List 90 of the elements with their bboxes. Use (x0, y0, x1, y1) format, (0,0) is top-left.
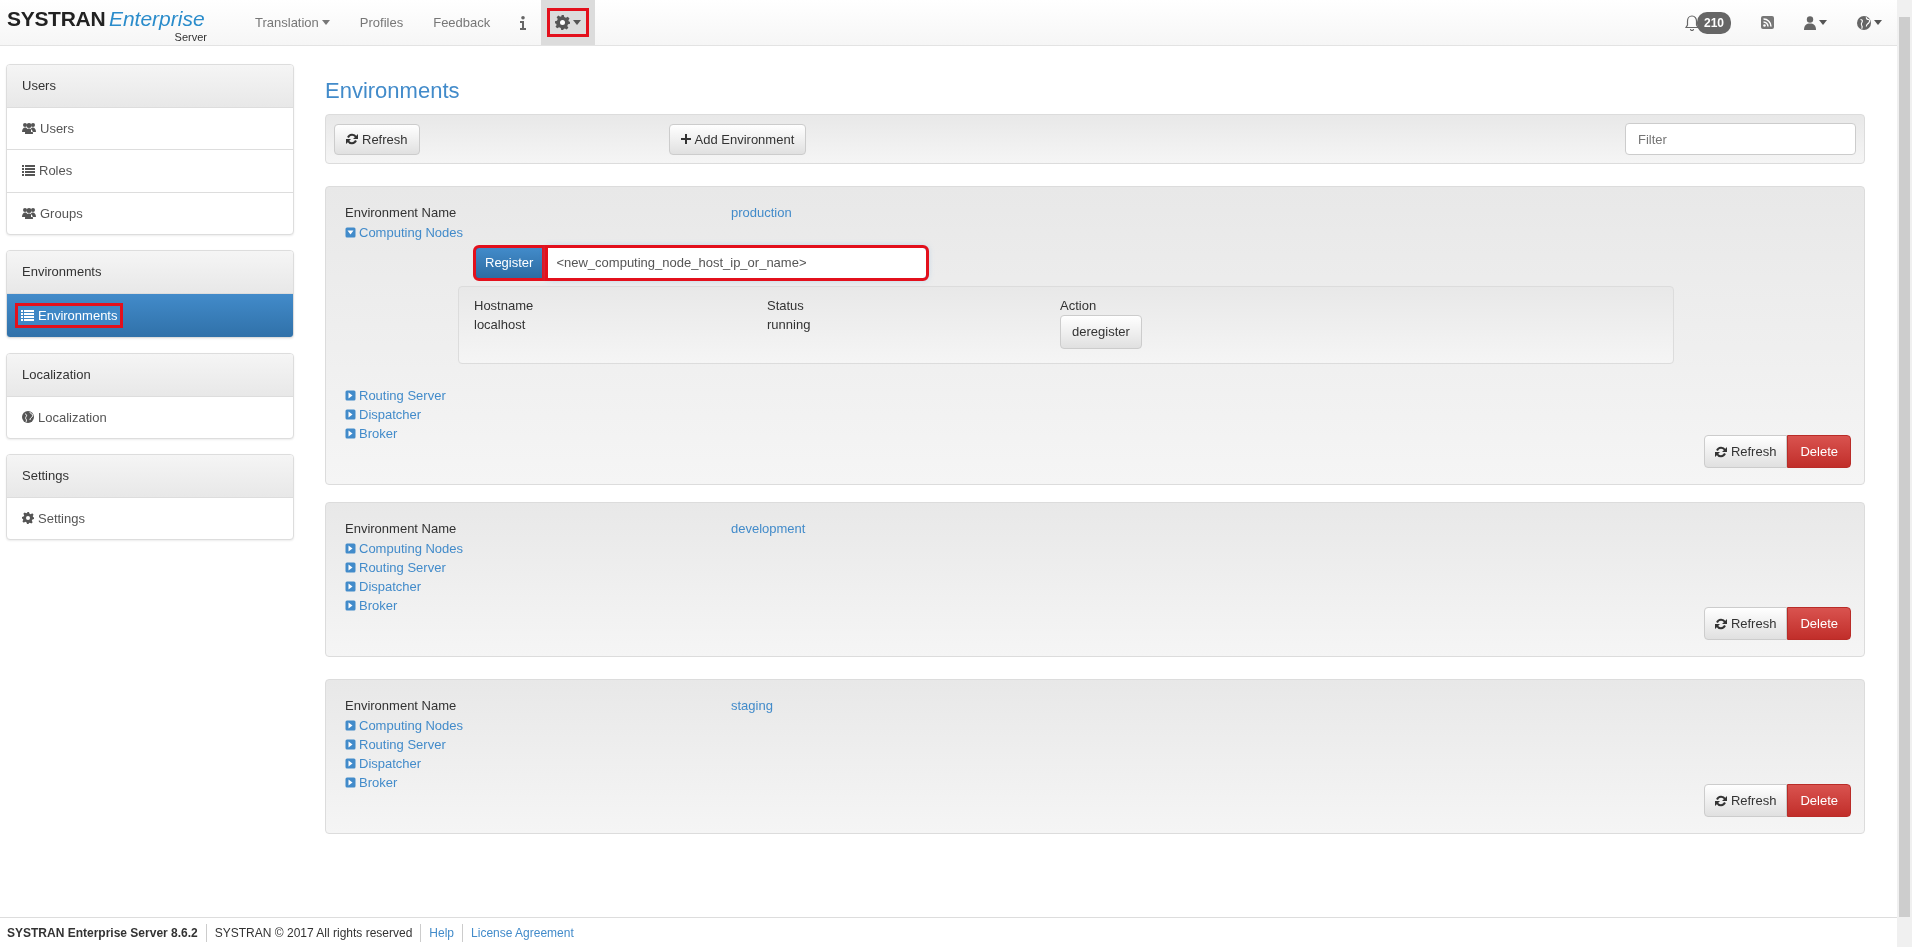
environment-name[interactable]: production (731, 203, 792, 223)
section-toggle[interactable]: Dispatcher (345, 753, 1851, 773)
section-toggle[interactable]: Computing Nodes (345, 222, 1851, 242)
panel-heading: Settings (7, 455, 293, 498)
plus-icon (680, 134, 691, 145)
page-title: Environments (325, 78, 461, 105)
notifications-button[interactable]: 210 (1684, 0, 1746, 45)
sidebar-item[interactable]: Groups (7, 191, 293, 234)
section-toggle[interactable]: Routing Server (345, 385, 1851, 405)
panel-heading: Localization (7, 354, 293, 397)
delete-button[interactable]: Delete (1787, 783, 1851, 818)
brand-subtitle: Server (173, 31, 207, 43)
refresh-button[interactable]: Refresh (1703, 434, 1788, 469)
caret-icon (321, 20, 330, 25)
list-icon (21, 309, 34, 321)
notification-count: 210 (1696, 11, 1731, 34)
version-text: SYSTRAN Enterprise Server 8.6.2 (7, 924, 198, 942)
bell-icon (1684, 14, 1699, 31)
brand-name: Enterprise (108, 7, 205, 30)
field-label: Environment Name (345, 520, 458, 539)
section-toggle[interactable]: Dispatcher (345, 576, 1851, 596)
column-header: Status (767, 296, 805, 315)
nav-link[interactable]: Profiles (344, 0, 419, 45)
expand-icon (345, 599, 356, 611)
rss-icon (1761, 16, 1774, 29)
host-input-field[interactable]: <new_computing_node_host_ip_or_name> (547, 246, 928, 279)
footer-link[interactable]: Help (429, 923, 455, 942)
deregister-button[interactable]: deregister (1060, 315, 1142, 349)
table-cell-text: running (767, 316, 812, 335)
delete-button[interactable]: Delete (1787, 606, 1851, 641)
sidebar-item[interactable]: Roles (7, 149, 293, 192)
expand-icon (345, 389, 356, 401)
environment-name[interactable]: development (731, 519, 806, 539)
gear-icon (555, 15, 571, 30)
refresh-icon (1714, 794, 1727, 807)
brand-name: SYSTRAN (7, 7, 106, 30)
add-environment-button[interactable]: Add Environment (668, 123, 807, 156)
refresh-icon (346, 133, 358, 146)
refresh-icon (1714, 617, 1727, 630)
field-label: Environment Name (345, 204, 458, 223)
sidebar-item[interactable]: Settings (7, 497, 293, 539)
user-icon (1804, 15, 1816, 30)
info-icon (520, 15, 527, 30)
expand-icon (345, 561, 356, 573)
delete-button[interactable]: Delete (1787, 434, 1851, 469)
filter-field[interactable]: Filter (1625, 123, 1856, 156)
people-icon (22, 122, 36, 135)
column-header: Action (1060, 296, 1098, 315)
refresh-button[interactable]: Refresh (334, 123, 420, 156)
sidebar-item[interactable]: Environments (7, 293, 293, 337)
gear-icon (22, 512, 34, 525)
expand-icon (345, 719, 356, 731)
expand-icon (345, 542, 356, 554)
expand-icon (345, 408, 356, 420)
panel-heading: Users (7, 65, 293, 108)
expand-icon (345, 776, 356, 788)
column-header: Hostname (474, 296, 535, 315)
nav-menu[interactable]: Translation (240, 0, 345, 45)
sidebar-item[interactable]: Users (7, 107, 293, 149)
nav-link[interactable]: Feedback (418, 0, 506, 45)
scrollbar[interactable] (1897, 0, 1912, 947)
field-label: Environment Name (345, 697, 458, 716)
refresh-button[interactable]: Refresh (1703, 783, 1788, 818)
section-toggle[interactable]: Routing Server (345, 734, 1851, 754)
copyright-text: SYSTRAN © 2017 All rights reserved (214, 924, 413, 942)
table-cell-text: localhost (474, 316, 527, 335)
register-button[interactable]: Register (475, 247, 544, 279)
footer-link[interactable]: License Agreement (471, 923, 574, 942)
refresh-button[interactable]: Refresh (1703, 606, 1788, 641)
environment-name[interactable]: staging (731, 696, 773, 716)
section-toggle[interactable]: Computing Nodes (345, 538, 1851, 558)
caret-icon (573, 20, 582, 25)
caret-icon (1874, 20, 1882, 25)
settings-menu[interactable] (541, 0, 596, 45)
people-icon (22, 207, 36, 220)
collapse-icon (345, 226, 356, 238)
globe-icon (22, 411, 34, 424)
section-toggle[interactable]: Computing Nodes (345, 715, 1851, 735)
caret-icon (1819, 20, 1827, 25)
panel-heading: Environments (7, 251, 293, 294)
expand-icon (345, 580, 356, 592)
section-toggle[interactable]: Routing Server (345, 557, 1851, 577)
sidebar-item[interactable]: Localization (7, 396, 293, 438)
section-toggle[interactable]: Dispatcher (345, 404, 1851, 424)
refresh-icon (1714, 445, 1727, 458)
expand-icon (345, 738, 356, 750)
globe-icon (1857, 15, 1871, 30)
list-icon (22, 165, 35, 177)
expand-icon (345, 757, 356, 769)
expand-icon (345, 427, 356, 439)
